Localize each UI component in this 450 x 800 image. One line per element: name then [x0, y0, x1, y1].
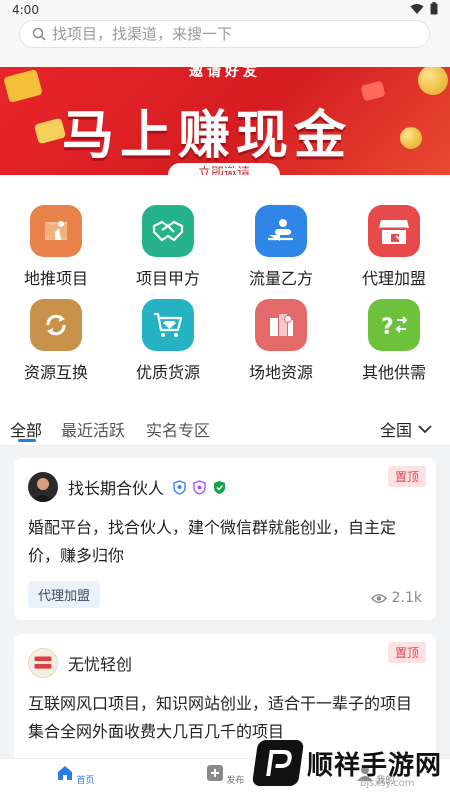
- search-input[interactable]: [52, 25, 412, 43]
- wifi-icon: [410, 3, 424, 14]
- watermark: 顺祥手游网 bjsxsy.com: [251, 740, 443, 789]
- category-item[interactable]: 优质货源: [112, 299, 224, 383]
- category-label: 地推项目: [23, 269, 88, 288]
- post-content: 互联网风口项目，知识网站创业，适合干一辈子的项目集合全网外面收费大几百几千的项目: [28, 694, 413, 741]
- venue-map-icon: [255, 299, 307, 351]
- post-header: 无忧轻创: [28, 648, 132, 678]
- promo-banner[interactable]: 邀请好友 马上赚现金 立即邀请: [0, 67, 450, 175]
- shield-person-icon: [173, 479, 186, 495]
- nav-publish[interactable]: 发布: [195, 765, 255, 786]
- banner-indicator: [208, 168, 252, 171]
- watermark-text: 顺祥手游网: [307, 750, 443, 781]
- post-card[interactable]: 找长期合伙人 置顶 婚配平台，找合伙人，建个微信群就能创业，自主定价，赚多归你 …: [14, 458, 436, 620]
- decor-coin: [418, 67, 448, 95]
- nav-label: 首页: [76, 776, 95, 786]
- category-item[interactable]: 流量乙方: [225, 205, 337, 289]
- verify-badges: [172, 479, 227, 495]
- category-label: 场地资源: [248, 363, 313, 382]
- category-grid: 地推项目 项目甲方 流量乙方 代理加盟 资源互换 优质货源 场地资源 ? 其他供…: [0, 175, 450, 407]
- category-label: 资源互换: [23, 363, 88, 382]
- post-content: 婚配平台，找合伙人，建个微信群就能创业，自主定价，赚多归你: [28, 518, 397, 565]
- post-author[interactable]: 找长期合伙人: [68, 475, 164, 499]
- tab-underline: [18, 439, 36, 442]
- banner-top-text: 邀请好友: [189, 67, 261, 80]
- search-bar: [0, 20, 450, 67]
- category-label: 其他供需: [361, 363, 426, 382]
- svg-text:?: ?: [381, 315, 394, 340]
- storefront-icon: [368, 205, 420, 257]
- status-icons: [410, 2, 438, 15]
- tab-verified[interactable]: 实名专区: [146, 417, 210, 441]
- chevron-down-icon: [418, 424, 432, 433]
- map-person-icon: [30, 205, 82, 257]
- feed-tabs: 全部 最近活跃 实名专区 全国: [0, 407, 450, 445]
- category-item[interactable]: 代理加盟: [338, 205, 450, 289]
- status-bar: 4:00: [0, 0, 450, 20]
- nav-home[interactable]: 首页: [45, 765, 105, 786]
- view-count: 2.1k: [370, 590, 422, 606]
- decor-card: [3, 69, 43, 103]
- category-label: 流量乙方: [248, 269, 313, 288]
- search-icon: [32, 27, 46, 41]
- battery-icon: [430, 2, 438, 15]
- post-tag[interactable]: 代理加盟: [28, 581, 101, 608]
- pinned-badge: 置顶: [387, 466, 426, 487]
- avatar[interactable]: [28, 472, 58, 502]
- banner-title: 马上赚现金: [62, 106, 353, 166]
- eye-icon: [370, 593, 387, 603]
- category-label: 代理加盟: [361, 269, 426, 288]
- watermark-url: bjsxsy.com: [360, 778, 415, 789]
- category-item[interactable]: 地推项目: [0, 205, 112, 289]
- category-label: 优质货源: [135, 363, 200, 382]
- shield-star-icon: [193, 479, 206, 495]
- category-label: 项目甲方: [135, 269, 200, 288]
- category-item[interactable]: 资源互换: [0, 299, 112, 383]
- plus-icon: [206, 765, 223, 781]
- post-header: 找长期合伙人: [28, 472, 227, 502]
- user-flow-icon: [255, 205, 307, 257]
- category-item[interactable]: 场地资源: [225, 299, 337, 383]
- shield-check-icon: [214, 480, 226, 494]
- question-swap-icon: ?: [368, 299, 420, 351]
- region-selector[interactable]: 全国: [380, 417, 432, 441]
- handshake-icon: [142, 205, 194, 257]
- category-item[interactable]: ? 其他供需: [338, 299, 450, 383]
- decor-coin: [400, 127, 422, 149]
- watermark-logo-icon: [251, 740, 305, 786]
- tab-all[interactable]: 全部: [10, 417, 42, 441]
- decor-card: [360, 80, 386, 102]
- tab-recent[interactable]: 最近活跃: [61, 417, 125, 441]
- status-time: 4:00: [12, 3, 39, 17]
- category-item[interactable]: 项目甲方: [112, 205, 224, 289]
- view-count-value: 2.1k: [391, 590, 422, 606]
- home-icon: [57, 766, 72, 780]
- region-label: 全国: [379, 421, 412, 440]
- exchange-icon: [30, 299, 82, 351]
- post-author[interactable]: 无忧轻创: [68, 651, 132, 675]
- pinned-badge: 置顶: [387, 642, 426, 663]
- cart-diamond-icon: [142, 299, 194, 351]
- avatar[interactable]: [28, 648, 58, 678]
- search-box[interactable]: [19, 20, 430, 48]
- nav-label: 发布: [226, 776, 245, 786]
